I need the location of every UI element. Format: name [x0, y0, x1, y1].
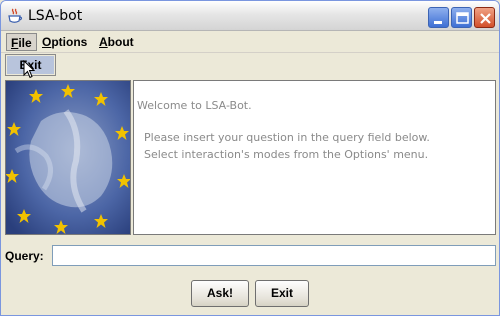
- menu-about-label: bout: [107, 35, 134, 49]
- menu-options[interactable]: Options: [38, 33, 91, 51]
- close-icon: [480, 13, 491, 24]
- menu-bar: File Options About: [1, 31, 499, 53]
- title-bar[interactable]: LSA-bot: [1, 1, 499, 31]
- minimize-button[interactable]: [428, 7, 449, 28]
- menu-file[interactable]: File: [6, 33, 37, 51]
- ask-button[interactable]: Ask!: [191, 280, 249, 307]
- minimize-icon: [434, 21, 442, 24]
- mouse-cursor-icon: [23, 60, 35, 79]
- europe-map-image: [5, 80, 131, 235]
- instruction-text: Please insert your question in the query…: [144, 131, 430, 144]
- java-cup-icon: [7, 8, 23, 24]
- maximize-button[interactable]: [451, 7, 472, 28]
- menu-about-mnemonic: A: [99, 35, 108, 49]
- options-hint-text: Select interaction's modes from the Opti…: [144, 148, 429, 161]
- welcome-text: Welcome to LSA-Bot.: [137, 99, 252, 112]
- maximize-icon: [456, 12, 469, 24]
- exit-button[interactable]: Exit: [255, 280, 309, 307]
- close-button[interactable]: [474, 7, 495, 28]
- query-label: Query:: [5, 249, 44, 263]
- response-text-area[interactable]: Welcome to LSA-Bot. Please insert your q…: [133, 80, 496, 235]
- menu-options-mnemonic: O: [42, 35, 52, 49]
- window-title: LSA-bot: [28, 8, 83, 24]
- menu-file-label: ile: [18, 36, 32, 50]
- menu-about[interactable]: About: [95, 33, 138, 51]
- menu-options-label: ptions: [51, 35, 88, 49]
- europe-map-icon: [6, 81, 130, 234]
- query-input[interactable]: [52, 245, 496, 266]
- app-window: LSA-bot File Options About Exit Welcome …: [0, 0, 500, 316]
